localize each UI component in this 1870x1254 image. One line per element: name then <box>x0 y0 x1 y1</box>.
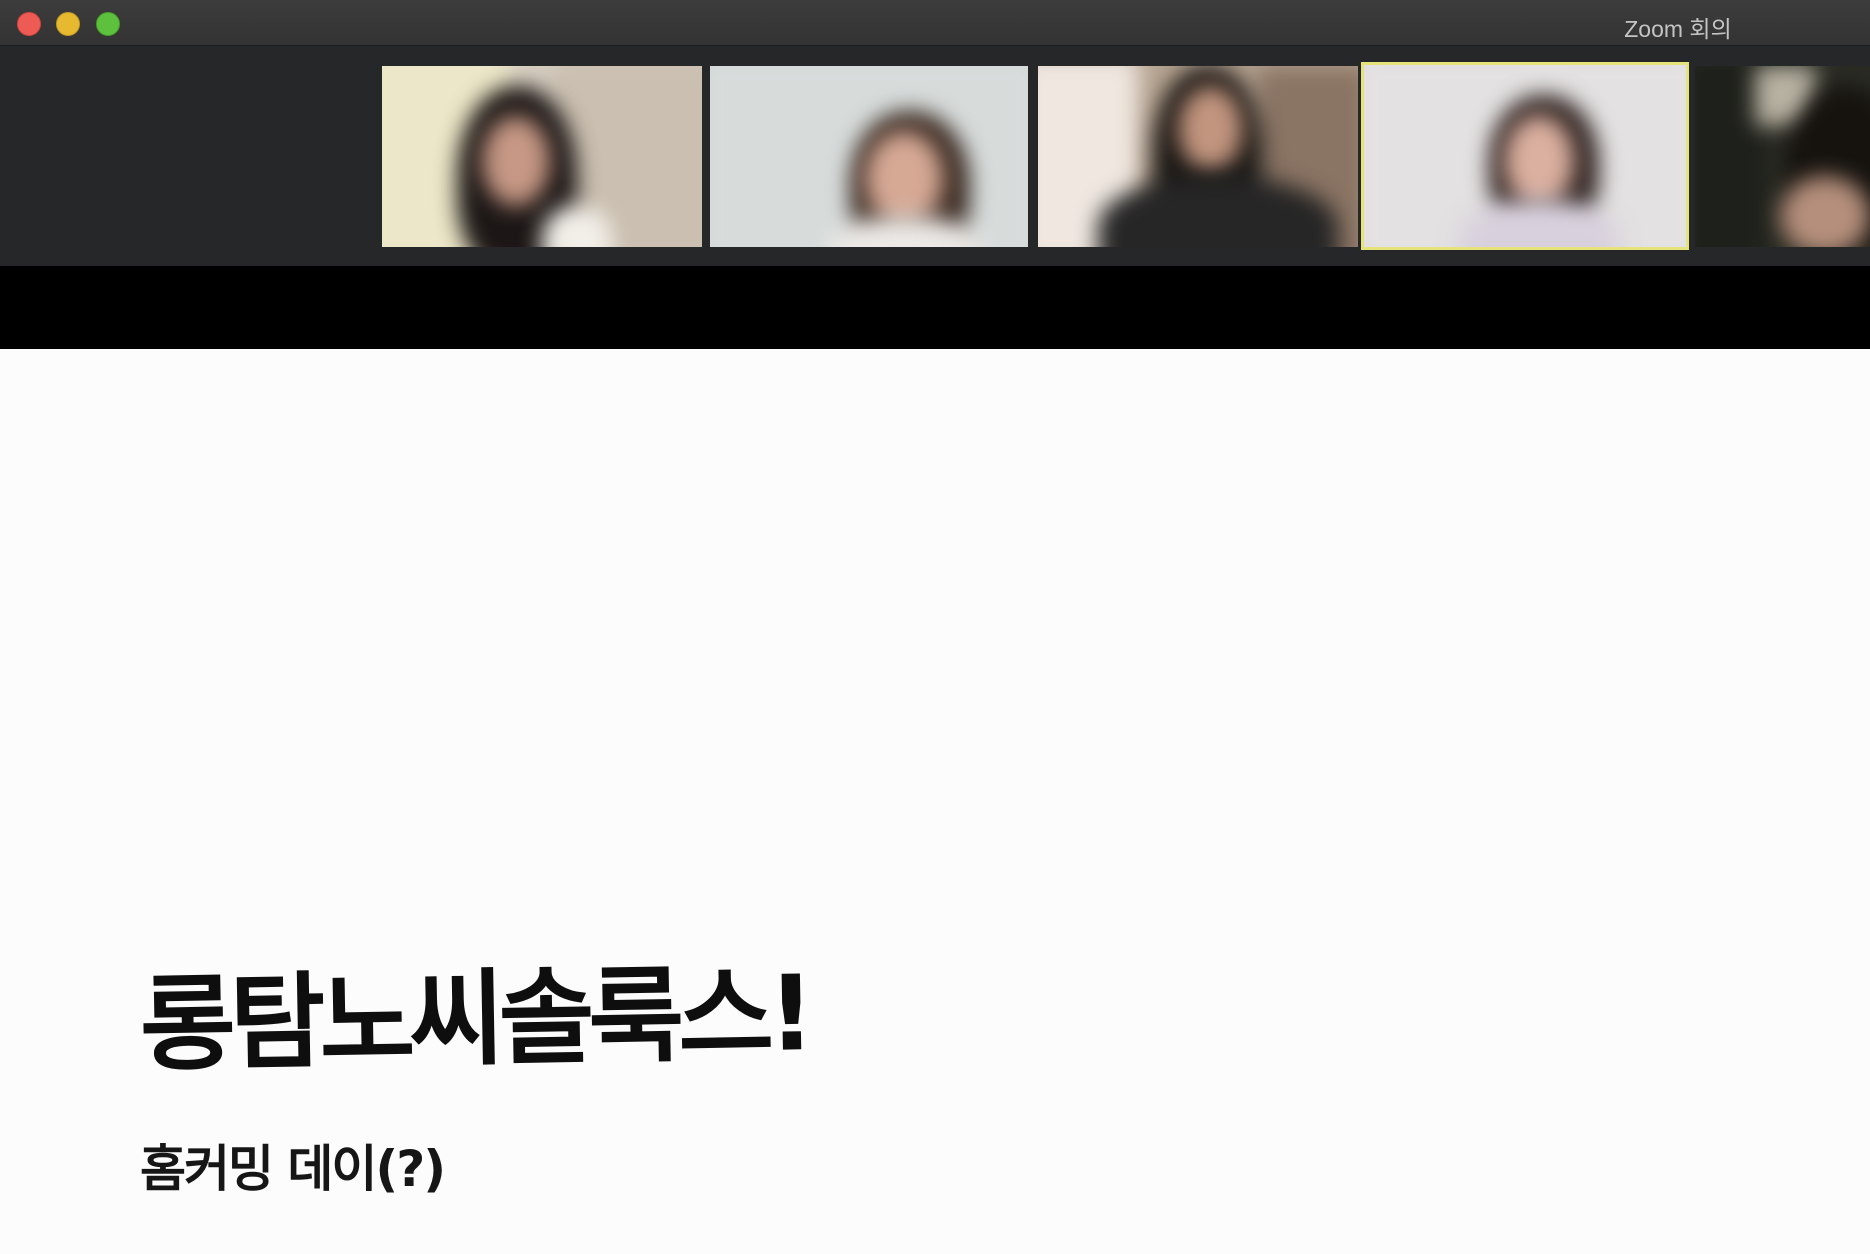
participant-video-tile-active[interactable] <box>1361 62 1689 250</box>
shared-screen-slide: 롱탐노씨솔룩스! 홈커밍 데이(?) <box>0 349 1870 1254</box>
window-titlebar: Zoom 회의 <box>0 0 1870 46</box>
participant-face <box>1780 176 1870 247</box>
participant-video-tile[interactable] <box>1695 66 1870 247</box>
video-gallery-strip <box>0 46 1870 266</box>
gallery-divider-band <box>0 266 1870 349</box>
minimize-window-button[interactable] <box>56 12 80 36</box>
participant-face <box>865 131 943 226</box>
window-title: Zoom 회의 <box>1624 16 1732 42</box>
slide-subtitle: 홈커밍 데이(?) <box>140 1140 446 1198</box>
participant-face <box>1504 115 1574 207</box>
slide-title: 롱탐노씨솔룩스! <box>138 952 811 1086</box>
participant-face <box>1178 86 1243 171</box>
participant-video-tile[interactable] <box>382 66 702 247</box>
participant-video-tile[interactable] <box>710 66 1028 247</box>
participant-video-tile[interactable] <box>1038 66 1358 247</box>
maximize-window-button[interactable] <box>96 12 120 36</box>
close-window-button[interactable] <box>17 12 41 36</box>
participant-face <box>482 116 550 206</box>
